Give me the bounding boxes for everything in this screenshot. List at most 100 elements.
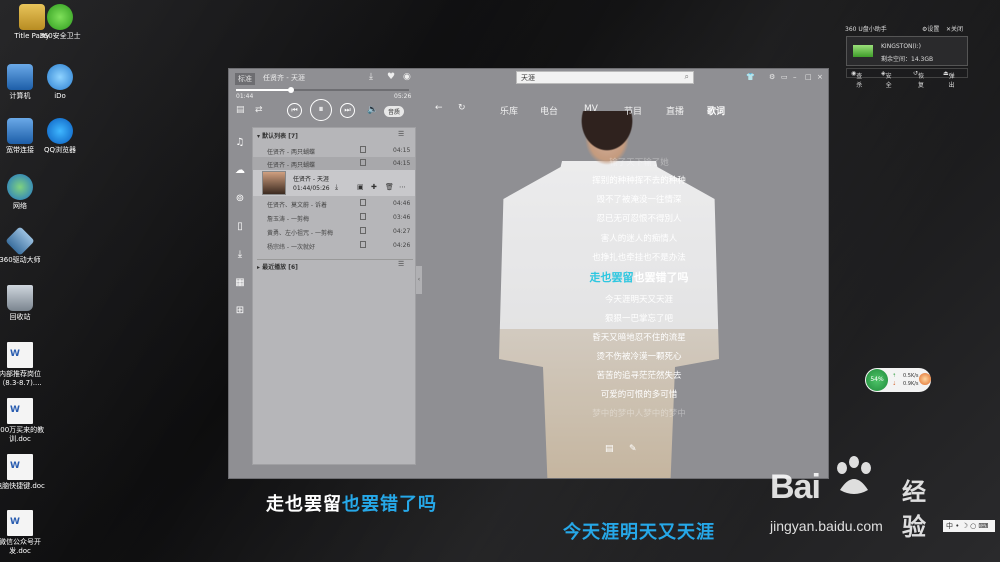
usb-restore-button[interactable]: ↺ 恢复 xyxy=(913,70,924,89)
mini-mode-icon[interactable]: ▭ xyxy=(781,73,788,81)
lyric-line: 今天涯明天又天涯 xyxy=(604,295,673,305)
recycle-bin-icon xyxy=(7,285,33,311)
word-doc-icon xyxy=(7,454,33,480)
maximize-icon[interactable]: □ xyxy=(805,73,812,81)
ime-toolbar[interactable]: 中 • ☽ ○ ⌨ xyxy=(943,520,995,532)
list-item[interactable]: 任贤齐 - 两只蝴蝶 04:15 xyxy=(253,144,415,157)
tab-live[interactable]: 直播 xyxy=(666,104,684,117)
minimize-icon[interactable]: – xyxy=(793,73,797,81)
apps-grid-icon[interactable]: ⊞ xyxy=(234,305,246,317)
desktop-icon-recycle-bin[interactable]: 回收站 xyxy=(0,285,48,322)
desktop-icon-doc-1[interactable]: 内部推荐岗位（8.3-8.7).... xyxy=(0,342,48,388)
close-icon[interactable]: × xyxy=(817,73,823,81)
download-icon[interactable]: ⤓ xyxy=(335,183,338,192)
collapse-panel-handle[interactable]: ‹ xyxy=(416,266,422,294)
phone-icon[interactable]: ▯ xyxy=(234,221,246,233)
volume-icon[interactable]: 🔈 xyxy=(367,105,378,115)
computer-icon xyxy=(7,64,33,90)
lyric-line: 可爱的可恨的多可惜 xyxy=(600,390,678,400)
playlist-toggle-icon[interactable]: ▤ xyxy=(236,105,245,115)
default-list-header[interactable]: ▾ 默认列表 [7] xyxy=(257,131,298,140)
tab-mv[interactable]: MV xyxy=(584,104,598,114)
lyric-line: 昏天又暗地忍不住的流星 xyxy=(592,333,686,343)
desktop-icon-network[interactable]: 网络 xyxy=(0,174,48,211)
list-item[interactable]: 杨宗纬 - 一次就好 04:26 xyxy=(253,239,415,252)
back-icon[interactable]: ← xyxy=(435,103,443,113)
repeat-icon[interactable]: ⇄ xyxy=(255,105,263,115)
previous-button[interactable]: ⏮ xyxy=(287,103,302,118)
elapsed-time: 01:44 xyxy=(236,93,254,100)
mv-icon[interactable] xyxy=(360,146,366,153)
net-speed-widget[interactable]: 54% ⇡ ⇣ 0.5K/s 0.9K/s xyxy=(865,368,931,392)
desktop-icon-360-security[interactable]: 360安全卫士 xyxy=(32,4,88,41)
playback-progress-bar[interactable] xyxy=(236,87,409,93)
recent-list-header[interactable]: ▸ 最近播放 [6] xyxy=(257,259,413,271)
pause-button[interactable]: ⏸ xyxy=(310,99,332,121)
current-track-row[interactable]: 任贤齐 - 天涯 01:44/05:26 ⤓ ▣ ✚ 🗑 ⋯ xyxy=(253,170,415,196)
search-input[interactable]: 天涯 ⌕ xyxy=(516,71,694,84)
download-icon[interactable]: ⤓ xyxy=(369,72,373,82)
tab-programs[interactable]: 节目 xyxy=(624,104,642,117)
usb-close-button[interactable]: ✕关闭 xyxy=(946,24,963,33)
music-note-icon[interactable]: ♫ xyxy=(234,137,246,149)
list-item[interactable]: 黄勇、左小祖咒 - 一剪梅 04:27 xyxy=(253,225,415,238)
search-icon[interactable]: ⌕ xyxy=(685,72,689,82)
desktop-icon-doc-2[interactable]: 600万买来的教训.doc xyxy=(0,398,48,444)
calendar-icon[interactable]: ▦ xyxy=(234,277,246,289)
lyric-window-icon[interactable]: ▤ xyxy=(605,444,614,454)
bird-icon xyxy=(47,64,73,90)
usb-drive-icon xyxy=(853,45,873,57)
progress-handle[interactable] xyxy=(288,87,295,93)
more-icon[interactable]: ⋯ xyxy=(399,183,406,191)
list-menu-icon[interactable]: ☰ xyxy=(398,130,404,138)
mv-icon[interactable]: ▣ xyxy=(357,183,364,191)
list-item[interactable]: 任贤齐、莫文蔚 - 诉着 04:46 xyxy=(253,197,415,210)
tab-library[interactable]: 乐库 xyxy=(500,104,518,117)
desktop-icon-doc-4[interactable]: 微信公众号开发.doc xyxy=(0,510,48,556)
next-button[interactable]: ⏭ xyxy=(340,103,355,118)
desktop-lyric-line-1[interactable]: 走也罢留也罢错了吗 xyxy=(266,490,437,516)
heart-icon[interactable]: ♥ xyxy=(387,72,395,82)
edit-lyric-icon[interactable]: ✎ xyxy=(629,444,637,454)
desktop-icon-360-driver[interactable]: 360驱动大师 xyxy=(0,226,48,265)
list-item[interactable]: 任贤齐 - 两只蝴蝶 04:15 xyxy=(253,157,415,170)
mv-icon[interactable] xyxy=(360,159,366,166)
side-icon-strip: ♫ ☁ ⊚ ▯ ⤓ ▦ ⊞ xyxy=(229,127,251,478)
cloud-icon[interactable]: ☁ xyxy=(234,165,246,177)
mv-icon[interactable] xyxy=(360,213,366,220)
desktop-icon-ido[interactable]: iDo xyxy=(32,64,88,101)
word-doc-icon xyxy=(7,398,33,424)
download-manager-icon[interactable]: ⤓ xyxy=(234,249,246,261)
mv-icon[interactable] xyxy=(360,199,366,206)
mv-icon[interactable] xyxy=(360,227,366,234)
accelerate-ball-icon[interactable] xyxy=(919,373,931,385)
tab-lyrics[interactable]: 歌词 xyxy=(707,104,725,117)
mode-button[interactable]: 标准 xyxy=(235,73,255,85)
delete-icon[interactable]: 🗑 xyxy=(385,183,394,191)
skin-icon[interactable]: 👕 xyxy=(746,73,755,81)
gear-icon[interactable]: ⚙ xyxy=(769,73,775,81)
desktop-lyric-line-2[interactable]: 今天涯明天又天涯 xyxy=(563,518,715,544)
radio-tower-icon[interactable]: ⊚ xyxy=(234,193,246,205)
usb-safe-button[interactable]: ◈ 安全 xyxy=(881,70,892,89)
lyric-line: 害人的迷人的痴情人 xyxy=(600,234,678,244)
lyric-line: 忍已无可忍恨不得別人 xyxy=(596,214,682,224)
refresh-icon[interactable]: ↻ xyxy=(458,103,466,113)
globe-icon xyxy=(7,174,33,200)
mv-icon[interactable] xyxy=(360,241,366,248)
word-doc-icon xyxy=(7,510,33,536)
add-icon[interactable]: ✚ xyxy=(371,183,377,191)
broadcast-icon[interactable]: ◉ xyxy=(403,72,411,82)
total-time: 05:26 xyxy=(394,93,412,100)
desktop-icon-qq-browser[interactable]: QQ浏览器 xyxy=(32,118,88,155)
usb-scan-button[interactable]: ◉ 查杀 xyxy=(851,70,862,89)
usb-settings-button[interactable]: ⚙设置 xyxy=(922,24,939,33)
usb-action-bar: ◉ 查杀 ◈ 安全 ↺ 恢复 ⏏ 弹出 xyxy=(846,68,968,89)
tab-radio[interactable]: 电台 xyxy=(540,104,558,117)
usb-drive-card[interactable]: KINGSTON(I:) 剩余空间：14.3GB xyxy=(846,36,968,66)
usb-eject-button[interactable]: ⏏ 弹出 xyxy=(943,70,955,89)
list-menu-icon[interactable]: ☰ xyxy=(398,260,404,268)
desktop-icon-doc-3[interactable]: 电脑快捷键.doc xyxy=(0,454,48,491)
list-item[interactable]: 詹玉涛 - 一剪梅 03:46 xyxy=(253,211,415,224)
quality-toggle[interactable]: 音质 xyxy=(384,106,405,117)
